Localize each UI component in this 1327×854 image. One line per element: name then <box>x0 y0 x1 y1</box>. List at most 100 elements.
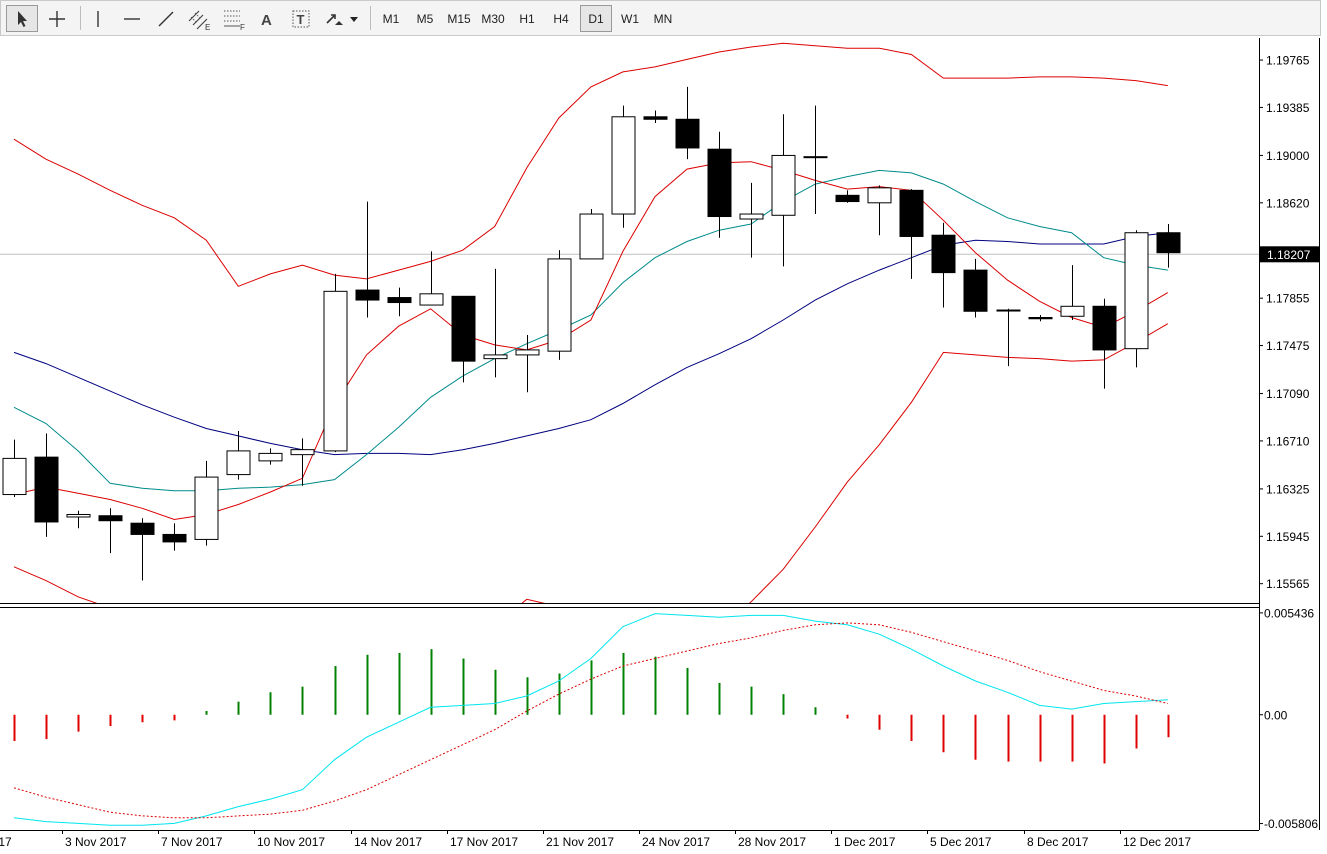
timeframe-m30-button[interactable]: M30 <box>477 5 509 32</box>
time-tick-label: 12 Dec 2017 <box>1123 835 1191 849</box>
toolbar-separator <box>370 6 371 30</box>
crosshair-icon <box>49 10 65 27</box>
candle-body <box>419 293 444 306</box>
candle-body <box>162 533 187 543</box>
candle <box>547 250 572 360</box>
fibonacci-retracement-icon: F <box>224 10 245 31</box>
svg-text:A: A <box>261 12 272 28</box>
candle-body <box>996 309 1021 312</box>
candle <box>323 273 348 453</box>
timeframe-m5-button[interactable]: M5 <box>409 5 441 32</box>
candle-body <box>355 289 380 301</box>
current-price-label: 1.18207 <box>1267 248 1311 262</box>
toolbar: E F A T M1 M5 M15 M30 H1 H4 D1 W1 MN <box>0 0 1327 38</box>
timeframe-mn-button[interactable]: MN <box>647 5 679 32</box>
candle-body <box>515 349 540 356</box>
vertical-line-icon <box>97 10 99 27</box>
candle-body <box>643 116 668 120</box>
candle-body <box>258 452 283 462</box>
candle-body <box>579 213 604 260</box>
timeframe-m15-button[interactable]: M15 <box>443 5 475 32</box>
text-label-icon: T <box>292 10 310 27</box>
time-tick-label: 17 Nov 2017 <box>450 835 518 849</box>
timeframe-w1-button[interactable]: W1 <box>614 5 646 32</box>
candle-body <box>34 456 59 523</box>
candle-body <box>931 234 956 274</box>
cursor-button[interactable] <box>6 5 38 32</box>
candle-body <box>194 476 219 540</box>
candle-body <box>1092 305 1117 351</box>
timeframe-h4-button[interactable]: H4 <box>545 5 577 32</box>
svg-text:E: E <box>205 23 210 31</box>
price-tick-label: 1.18620 <box>1266 196 1310 210</box>
osc-tick-label: 0.00 <box>1264 708 1288 722</box>
horizontal-line-button[interactable] <box>117 5 147 32</box>
trendline-button[interactable] <box>151 5 181 32</box>
candle-body <box>835 194 860 203</box>
time-tick-label: 21 Nov 2017 <box>546 835 614 849</box>
candle-body <box>66 513 91 518</box>
price-tick-label: 1.17855 <box>1266 292 1310 306</box>
chart-frame <box>0 0 1327 854</box>
equidistant-channel-button[interactable]: E <box>185 5 215 32</box>
time-tick-label: 14 Nov 2017 <box>354 835 422 849</box>
time-tick-label: 1 Dec 2017 <box>834 835 896 849</box>
timeframe-d1-button[interactable]: D1 <box>580 5 612 32</box>
candle-body <box>98 515 123 522</box>
svg-text:F: F <box>240 23 245 31</box>
candle-body <box>130 522 155 535</box>
price-tick-label: 1.15565 <box>1266 577 1310 591</box>
candle-body <box>451 295 476 362</box>
candle-body <box>611 116 636 215</box>
candle-body <box>771 154 796 216</box>
price-tick-label: 1.19385 <box>1266 101 1310 115</box>
price-tick-label: 1.19000 <box>1266 149 1310 163</box>
time-tick-label: 8 Dec 2017 <box>1027 835 1089 849</box>
candle-body <box>1124 232 1149 350</box>
chart-canvas[interactable]: 1.19765 1.19385 1.19000 1.18620 1.18207 1.178… <box>0 0 1327 854</box>
vertical-line-button[interactable] <box>84 5 112 32</box>
osc-tick-label: -0.005806 <box>1264 817 1318 831</box>
text-label-button[interactable]: T <box>286 5 316 32</box>
crosshair-button[interactable] <box>41 5 73 32</box>
chart-background <box>0 0 1327 854</box>
time-tick-label: 7 Nov 2017 <box>161 835 223 849</box>
cursor-arrow-icon <box>18 10 27 27</box>
price-tick-label: 1.16325 <box>1266 482 1310 496</box>
candle-body <box>483 354 508 360</box>
candle-body <box>2 457 27 496</box>
candle-body <box>323 290 348 452</box>
svg-text:T: T <box>297 12 305 27</box>
candle-body <box>803 156 828 159</box>
candle-body <box>387 297 412 304</box>
toolbar-separator <box>80 6 81 30</box>
candle-body <box>226 450 251 476</box>
text-button[interactable]: A <box>253 5 281 32</box>
candle-body <box>675 118 700 149</box>
arrows-dropdown-button[interactable] <box>321 5 361 32</box>
price-tick-label: 1.19765 <box>1266 54 1310 68</box>
time-tick-label: 28 Nov 2017 <box>738 835 806 849</box>
timeframe-h1-button[interactable]: H1 <box>511 5 543 32</box>
candle-body <box>963 269 988 312</box>
candle-body <box>899 189 924 237</box>
fibonacci-button[interactable]: F <box>219 5 249 32</box>
time-tick-label: 5 Dec 2017 <box>930 835 992 849</box>
trendline-icon <box>158 11 174 26</box>
time-tick-label: 24 Nov 2017 <box>642 835 710 849</box>
osc-tick-label: 0.005436 <box>1264 606 1314 620</box>
candle-body <box>707 148 732 218</box>
text-icon: A <box>261 12 272 28</box>
time-tick-label: 10 Nov 2017 <box>257 835 325 849</box>
arrows-dropdown-icon <box>326 13 358 25</box>
candle-body <box>867 187 892 204</box>
candle <box>579 209 604 260</box>
candle-body <box>1028 317 1053 320</box>
horizontal-line-icon <box>124 17 140 20</box>
candle-body <box>1156 232 1181 254</box>
candle-body <box>290 449 315 456</box>
price-tick-label: 1.17475 <box>1266 339 1310 353</box>
timeframe-m1-button[interactable]: M1 <box>375 5 407 32</box>
price-tick-label: 1.17090 <box>1266 387 1310 401</box>
equidistant-channel-icon: E <box>188 10 210 31</box>
